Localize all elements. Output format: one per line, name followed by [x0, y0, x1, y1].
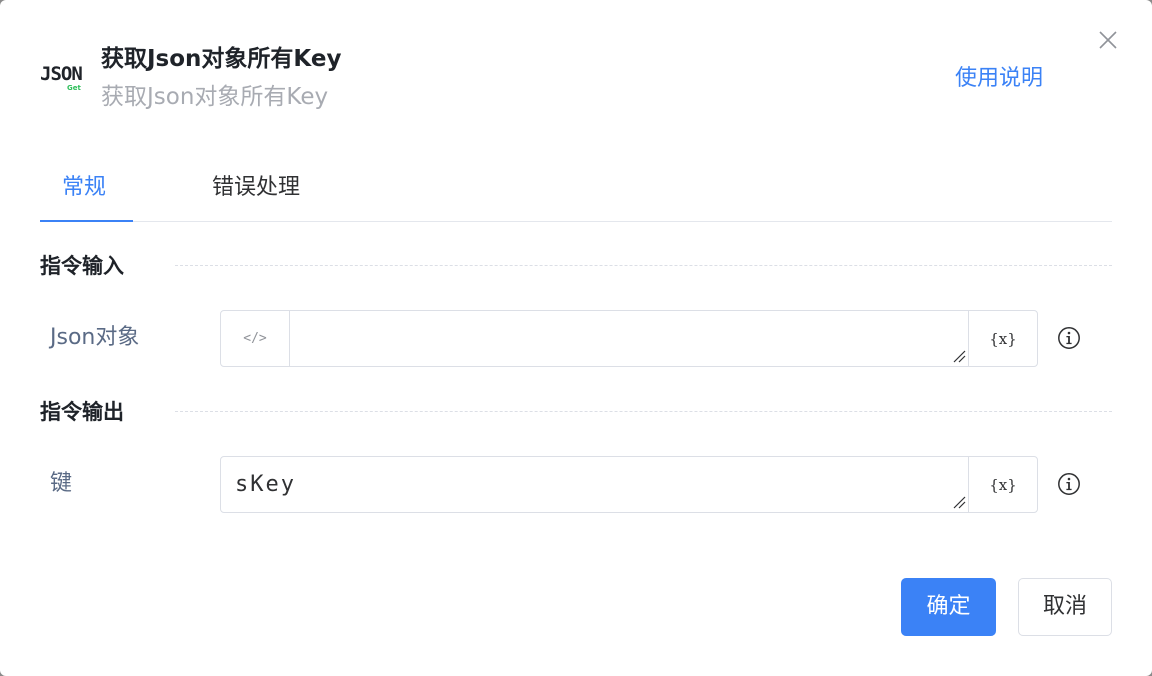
info-icon[interactable] — [1057, 472, 1081, 496]
help-link[interactable]: 使用说明 — [955, 63, 1043, 95]
resize-grip-icon[interactable] — [952, 495, 966, 509]
dialog-title: 获取Json对象所有Key — [101, 46, 342, 72]
section-title-output: 指令输出 — [40, 400, 124, 424]
info-icon[interactable] — [1057, 326, 1081, 350]
tab-general[interactable]: 常规 — [62, 172, 106, 204]
json-object-input[interactable] — [290, 311, 970, 366]
code-mode-button[interactable]: </> — [221, 311, 290, 366]
variable-icon: {x} — [989, 475, 1017, 494]
section-title-input: 指令输入 — [40, 254, 124, 278]
section-divider — [175, 265, 1112, 266]
key-field: sKey {x} — [220, 456, 1038, 513]
logo-badge: Get — [67, 84, 81, 92]
insert-variable-button[interactable]: {x} — [968, 457, 1037, 512]
field-label-json-object: Json对象 — [50, 325, 140, 350]
logo-text: JSON — [40, 63, 83, 85]
json-get-logo: JSON Get — [40, 62, 84, 98]
key-output-input[interactable]: sKey — [221, 457, 970, 512]
tab-error-handling[interactable]: 错误处理 — [212, 172, 300, 204]
dialog-subtitle: 获取Json对象所有Key — [101, 84, 329, 110]
field-label-key: 键 — [50, 471, 73, 496]
insert-variable-button[interactable]: {x} — [968, 311, 1037, 366]
confirm-button[interactable]: 确定 — [901, 578, 996, 636]
code-icon: </> — [243, 331, 267, 346]
variable-icon: {x} — [989, 329, 1017, 348]
section-divider — [175, 411, 1112, 412]
cancel-button[interactable]: 取消 — [1018, 578, 1112, 636]
active-tab-indicator — [40, 220, 133, 222]
json-object-field: </> {x} — [220, 310, 1038, 367]
dialog: JSON Get 获取Json对象所有Key 获取Json对象所有Key 使用说… — [0, 0, 1152, 676]
close-icon[interactable] — [1096, 28, 1120, 52]
tab-bar: 常规 错误处理 — [40, 160, 1112, 222]
resize-grip-icon[interactable] — [952, 349, 966, 363]
